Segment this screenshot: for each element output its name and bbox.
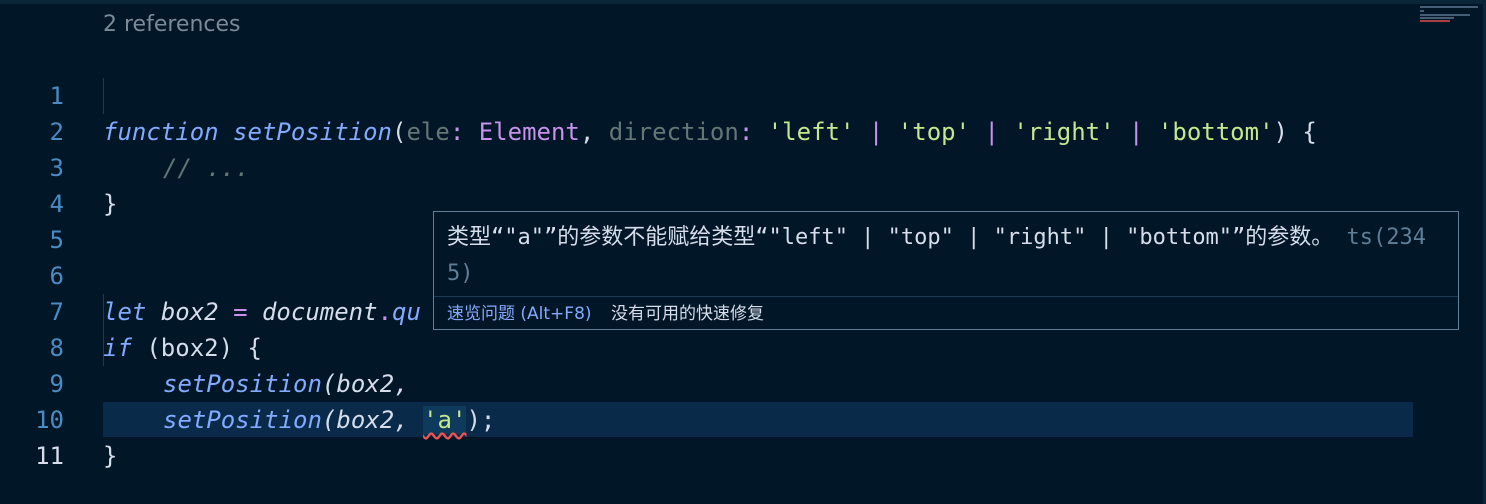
code-line-11[interactable]: 11 [0, 402, 1414, 470]
minimap-error-line [1420, 20, 1450, 22]
hover-message: 类型“"a"”的参数不能赋给类型“"left" | "top" | "right… [447, 220, 1447, 292]
code-content[interactable]: } [103, 438, 117, 474]
minimap[interactable] [1420, 6, 1480, 24]
codelens-references[interactable]: 2 references [103, 10, 241, 40]
no-quick-fix-text: 没有可用的快速修复 [611, 304, 764, 324]
code-line-2[interactable]: 2 // ... [0, 78, 1414, 182]
error-message-text: 类型“"a"”的参数不能赋给类型“"left" | "top" | "right… [447, 225, 1334, 250]
hover-actions: 速览问题 (Alt+F8) 没有可用的快速修复 [434, 296, 1458, 330]
minimap-line [1420, 14, 1470, 16]
close-brace: } [103, 442, 118, 470]
code-line-4[interactable]: 4 [0, 150, 1414, 218]
minimap-line [1420, 17, 1454, 19]
code-line-10[interactable]: 10 } [0, 366, 1414, 470]
error-hover-widget[interactable]: 类型“"a"”的参数不能赋给类型“"left" | "top" | "right… [433, 211, 1459, 330]
minimap-line [1420, 10, 1424, 12]
editor-top-border [0, 0, 1486, 4]
code-line-1[interactable]: 1 function setPosition(ele: Element, dir… [0, 42, 1414, 146]
code-line-3[interactable]: 3 } [0, 114, 1414, 218]
peek-problem-link[interactable]: 速览问题 (Alt+F8) [447, 297, 592, 331]
code-line-9[interactable]: 9 setPosition(box2, 'a'); [0, 330, 1414, 434]
minimap-line [1420, 6, 1478, 8]
line-number: 11 [35, 442, 64, 470]
